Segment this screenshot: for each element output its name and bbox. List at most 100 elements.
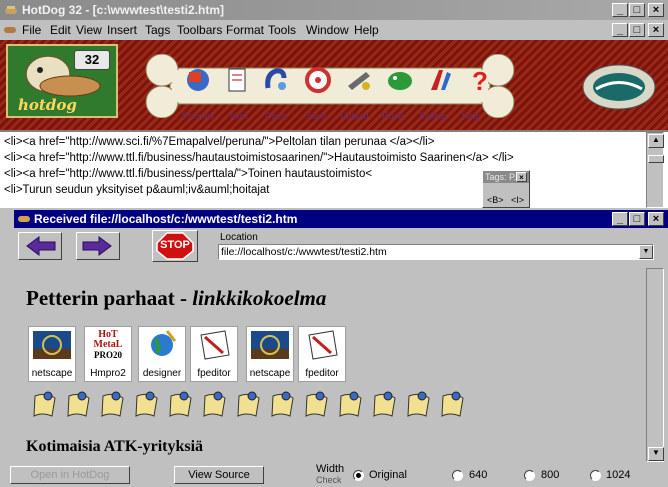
toolbar-banner: 32 hotdog ? Preview New Open Save Upload… [0, 40, 668, 130]
logo-wordmark: hotdog [18, 96, 77, 114]
menu-help[interactable]: Help [354, 23, 379, 37]
toolbar-label-new[interactable]: New [230, 111, 248, 121]
html-editor[interactable]: <li><a href="http://www.sci.fi/%7Emapalv… [0, 130, 668, 208]
hotdog-scroll-icon [132, 390, 160, 420]
sausage-eye-logo [582, 64, 656, 110]
width-radio-800[interactable] [524, 470, 535, 481]
close-button[interactable]: × [648, 3, 664, 17]
editor-line[interactable]: <li><a href="http://www.sci.fi/%7Emapalv… [4, 136, 434, 148]
maximize-button[interactable]: □ [629, 3, 645, 17]
preview-icon[interactable] [183, 66, 213, 94]
location-field[interactable]: file://localhost/c:/wwwtest/testi2.htm ▼ [218, 244, 654, 260]
location-label: Location [220, 232, 258, 243]
hotdog-scroll-icon [336, 390, 364, 420]
hotdog-app-icon [4, 3, 18, 17]
document-icon[interactable] [3, 23, 17, 37]
svg-text:?: ? [472, 66, 488, 94]
content-scrollbar[interactable]: ▼ [646, 268, 664, 462]
rover-icon[interactable] [385, 66, 415, 94]
doc-restore-button[interactable]: □ [629, 23, 645, 37]
doc-close-button[interactable]: × [648, 23, 664, 37]
radio-selected-dot [356, 473, 361, 478]
scroll-down-icon[interactable]: ▼ [648, 447, 664, 461]
forward-arrow-icon [82, 236, 112, 256]
width-radio-640[interactable] [452, 470, 463, 481]
open-in-hotdog-button[interactable]: Open in HotDog [10, 466, 130, 484]
scroll-thumb[interactable] [648, 155, 664, 163]
hotdog-scroll-icon [234, 390, 262, 420]
save-icon[interactable] [303, 66, 333, 94]
menu-toolbars[interactable]: Toolbars [177, 23, 222, 37]
toolbar-label-rover[interactable]: Rover [382, 111, 406, 121]
toolbar-label-toolbar[interactable]: Toolbar [418, 111, 448, 121]
width-label-text: Width [316, 463, 345, 475]
hotdog-scroll-icon [98, 390, 126, 420]
version-badge: 32 [74, 50, 110, 70]
browser-status-bar: Open in HotDog View Source Width Check O… [0, 462, 668, 487]
back-button[interactable] [18, 232, 62, 260]
doc-minimize-button[interactable]: _ [612, 23, 628, 37]
browser-content: Petterin parhaat - linkkikokoelma netsca… [14, 268, 646, 462]
editor-line[interactable]: <li><a href="http://www.ttl.fi/business/… [4, 152, 514, 164]
editor-line[interactable]: <li>Turun seudun yksityiset p&auml;iv&au… [4, 184, 269, 196]
menu-file[interactable]: File [22, 23, 41, 37]
toolbar-label-open[interactable]: Open [265, 111, 287, 121]
tag-italic[interactable]: <I> [511, 195, 524, 205]
toolbar-label-save[interactable]: Save [306, 111, 327, 121]
width-option-800[interactable]: 800 [541, 469, 559, 481]
browser-maximize-button[interactable]: □ [629, 212, 645, 226]
minimize-button[interactable]: _ [612, 3, 628, 17]
stop-label: STOP [160, 239, 190, 251]
hotdog-logo: 32 hotdog [6, 44, 118, 118]
browser-title-bar[interactable]: Received file://localhost/c:/wwwtest/tes… [14, 210, 668, 228]
stop-button[interactable]: STOP [152, 230, 198, 262]
menu-insert[interactable]: Insert [107, 23, 137, 37]
help-icon[interactable]: ? [465, 66, 495, 96]
width-label-subtext: Check [316, 475, 342, 485]
browser-close-button[interactable]: × [648, 212, 664, 226]
hotdog-icon-row [24, 268, 494, 428]
location-value[interactable]: file://localhost/c:/wwwtest/testi2.htm [221, 246, 387, 258]
view-source-button[interactable]: View Source [174, 466, 264, 484]
new-icon[interactable] [222, 66, 252, 94]
toolbar-icon[interactable] [425, 66, 455, 94]
hotdog-scroll-icon [200, 390, 228, 420]
browser-minimize-button[interactable]: _ [612, 212, 628, 226]
hotdog-scroll-icon [166, 390, 194, 420]
width-option-640[interactable]: 640 [469, 469, 487, 481]
editor-scrollbar[interactable]: ▲ [646, 132, 664, 208]
hotdog-scroll-icon [438, 390, 466, 420]
width-option-1024[interactable]: 1024 [606, 469, 630, 481]
width-radio-original[interactable] [353, 470, 364, 481]
menu-tags[interactable]: Tags [145, 23, 170, 37]
app-title: HotDog 32 - [c:\wwwtest\testi2.htm] [22, 3, 225, 17]
toolbar-label-upload[interactable]: Upload [340, 111, 369, 121]
tags-palette-close-button[interactable]: × [516, 172, 527, 182]
width-label: Width Check [316, 464, 344, 486]
toolbar-label-help[interactable]: Help [462, 111, 481, 121]
upload-icon[interactable] [344, 66, 374, 94]
menu-bar: File Edit View Insert Tags Toolbars Form… [0, 20, 668, 40]
app-title-bar[interactable]: HotDog 32 - [c:\wwwtest\testi2.htm] _ □ … [0, 0, 668, 20]
menu-tools[interactable]: Tools [268, 23, 296, 37]
menu-edit[interactable]: Edit [50, 23, 71, 37]
menu-window[interactable]: Window [306, 23, 349, 37]
editor-line[interactable]: <li><a href="http://www.ttl.fi/business/… [4, 168, 372, 180]
hotdog-scroll-icon [302, 390, 330, 420]
scroll-up-icon[interactable]: ▲ [648, 134, 664, 148]
location-dropdown-icon[interactable]: ▼ [639, 245, 653, 259]
hotdog-scroll-icon [30, 390, 58, 420]
browser-title: Received file://localhost/c:/wwwtest/tes… [34, 212, 298, 226]
menu-view[interactable]: View [76, 23, 102, 37]
menu-format[interactable]: Format [226, 23, 264, 37]
open-icon[interactable] [262, 66, 292, 94]
width-radio-1024[interactable] [590, 470, 601, 481]
tags-palette[interactable]: Tags: P... × <B> <I> [482, 170, 530, 208]
width-option-original[interactable]: Original [369, 469, 407, 481]
tag-bold[interactable]: <B> [487, 195, 504, 205]
forward-button[interactable] [76, 232, 120, 260]
section-heading: Kotimaisia ATK-yrityksiä [26, 438, 204, 455]
hotdog-scroll-icon [370, 390, 398, 420]
browser-window-icon [17, 212, 31, 226]
toolbar-label-preview[interactable]: Preview [182, 111, 214, 121]
